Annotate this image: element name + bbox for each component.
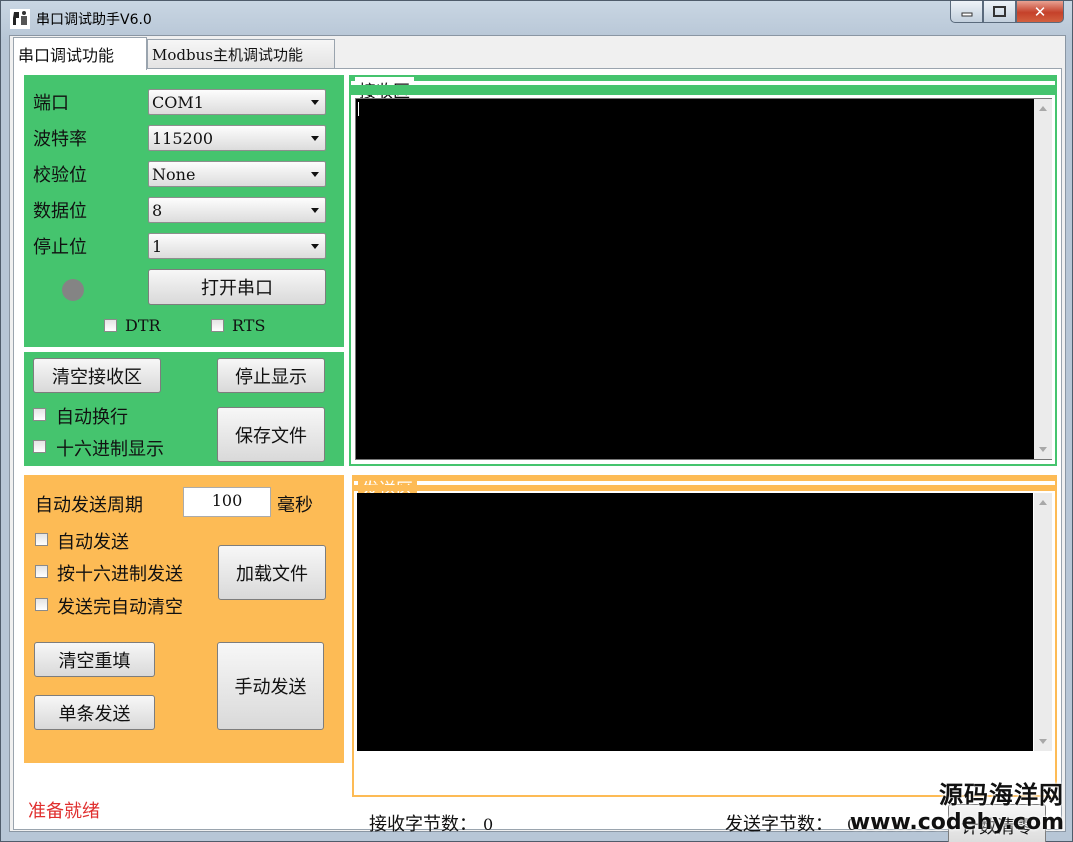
client-area: 串口调试功能 Modbus主机调试功能 端口 COM1 波特率 115200 校…: [9, 35, 1066, 842]
baud-select[interactable]: 115200: [148, 125, 326, 151]
maximize-icon: [993, 6, 1006, 17]
stop-display-label: 停止显示: [235, 366, 307, 388]
chevron-down-icon: [311, 100, 319, 105]
receive-count-value: 0: [483, 815, 494, 834]
open-port-button[interactable]: 打开串口: [148, 269, 326, 305]
clear-refill-label: 清空重填: [58, 650, 131, 672]
scroll-up-icon: [1039, 106, 1047, 111]
hex-display-label: 十六进制显示: [56, 439, 164, 460]
chevron-down-icon: [311, 208, 319, 213]
receive-count-label: 接收字节数：: [369, 814, 477, 835]
open-port-label: 打开串口: [201, 278, 273, 299]
hex-send-label: 按十六进制发送: [57, 564, 183, 585]
auto-wrap-label: 自动换行: [56, 407, 128, 428]
send-count: 发送字节数： 0: [725, 810, 857, 836]
parity-select[interactable]: None: [148, 161, 326, 187]
clear-refill-button[interactable]: 清空重填: [34, 642, 155, 677]
auto-send-checkbox[interactable]: [35, 533, 48, 546]
receive-textarea[interactable]: [355, 98, 1052, 460]
baud-value: 115200: [152, 129, 214, 148]
dtr-checkbox[interactable]: [104, 319, 117, 332]
port-value: COM1: [152, 93, 204, 112]
status-text: 准备就绪: [28, 801, 100, 822]
title-bar[interactable]: 串口调试助手V6.0 ✕: [1, 1, 1072, 35]
baud-label: 波特率: [33, 129, 87, 150]
auto-clear-label: 发送完自动清空: [57, 597, 183, 618]
app-icon: [10, 9, 30, 29]
hex-send-checkbox[interactable]: [35, 565, 48, 578]
minimize-button[interactable]: [950, 1, 983, 23]
period-label: 自动发送周期: [35, 495, 143, 516]
load-file-label: 加载文件: [236, 563, 308, 585]
rts-label: RTS: [232, 316, 266, 335]
stop-display-button[interactable]: 停止显示: [217, 358, 325, 393]
tab-label: 串口调试功能: [18, 46, 115, 65]
receive-area-group: 接收区: [349, 75, 1057, 466]
dtr-label: DTR: [125, 316, 161, 335]
auto-wrap-checkbox[interactable]: [33, 408, 46, 421]
period-input[interactable]: 100: [183, 487, 271, 517]
save-file-button[interactable]: 保存文件: [217, 407, 325, 462]
load-file-button[interactable]: 加载文件: [218, 545, 326, 600]
scroll-down-icon: [1039, 739, 1047, 744]
save-file-label: 保存文件: [235, 425, 307, 447]
auto-send-label: 自动发送: [57, 532, 129, 553]
watermark: 源码海洋网 www.codehy.com: [850, 775, 1064, 835]
close-button[interactable]: ✕: [1016, 1, 1064, 23]
send-count-label: 发送字节数：: [725, 814, 833, 835]
scroll-up-icon: [1039, 500, 1047, 505]
parity-value: None: [152, 165, 196, 184]
app-window: 串口调试助手V6.0 ✕ 串口调试功能 Modbus主机调试功能 端口 COM1…: [0, 0, 1073, 842]
receive-options-panel: 清空接收区 停止显示 自动换行 十六进制显示 保存文件: [24, 352, 344, 466]
stopbits-select[interactable]: 1: [148, 233, 326, 259]
databits-select[interactable]: 8: [148, 197, 326, 223]
window-title: 串口调试助手V6.0: [36, 12, 152, 28]
hex-display-checkbox[interactable]: [33, 440, 46, 453]
send-options-panel: 自动发送周期 100 毫秒 自动发送 按十六进制发送 发送完自动清空 加载文件 …: [24, 475, 344, 763]
clear-receive-label: 清空接收区: [52, 366, 142, 388]
chevron-down-icon: [311, 136, 319, 141]
serial-settings-panel: 端口 COM1 波特率 115200 校验位 None 数据位 8 停止位 1 …: [24, 75, 344, 347]
port-select[interactable]: COM1: [148, 89, 326, 115]
databits-value: 8: [152, 201, 163, 220]
port-label: 端口: [33, 93, 69, 114]
maximize-button[interactable]: [983, 1, 1016, 23]
auto-clear-checkbox[interactable]: [35, 598, 48, 611]
manual-send-label: 手动发送: [234, 677, 307, 698]
tab-page-serial: 端口 COM1 波特率 115200 校验位 None 数据位 8 停止位 1 …: [13, 68, 1062, 842]
watermark-line2: www.codehy.com: [849, 810, 1064, 835]
send-textarea[interactable]: [357, 493, 1033, 751]
tab-label: Modbus主机调试功能: [152, 46, 303, 64]
tab-serial-debug[interactable]: 串口调试功能: [13, 37, 147, 70]
close-icon: ✕: [1033, 2, 1047, 21]
stopbits-label: 停止位: [33, 237, 87, 258]
rts-checkbox[interactable]: [211, 319, 224, 332]
minimize-icon: [961, 12, 972, 16]
period-unit: 毫秒: [277, 495, 313, 516]
scroll-down-icon: [1039, 447, 1047, 452]
receive-count: 接收字节数： 0: [369, 810, 493, 836]
chevron-down-icon: [311, 172, 319, 177]
receive-scrollbar[interactable]: [1034, 99, 1052, 459]
port-status-led: [62, 279, 84, 301]
tab-modbus-master[interactable]: Modbus主机调试功能: [147, 39, 335, 69]
send-area-group: 发送区: [352, 475, 1057, 797]
watermark-line1: 源码海洋网: [939, 781, 1064, 809]
databits-label: 数据位: [33, 201, 87, 222]
parity-label: 校验位: [33, 165, 87, 186]
stopbits-value: 1: [152, 237, 163, 256]
clear-receive-button[interactable]: 清空接收区: [33, 358, 161, 393]
text-cursor: [358, 102, 359, 116]
single-send-label: 单条发送: [58, 703, 131, 725]
manual-send-button[interactable]: 手动发送: [217, 642, 324, 730]
send-scrollbar[interactable]: [1034, 493, 1052, 751]
single-send-button[interactable]: 单条发送: [34, 695, 155, 730]
chevron-down-icon: [311, 244, 319, 249]
